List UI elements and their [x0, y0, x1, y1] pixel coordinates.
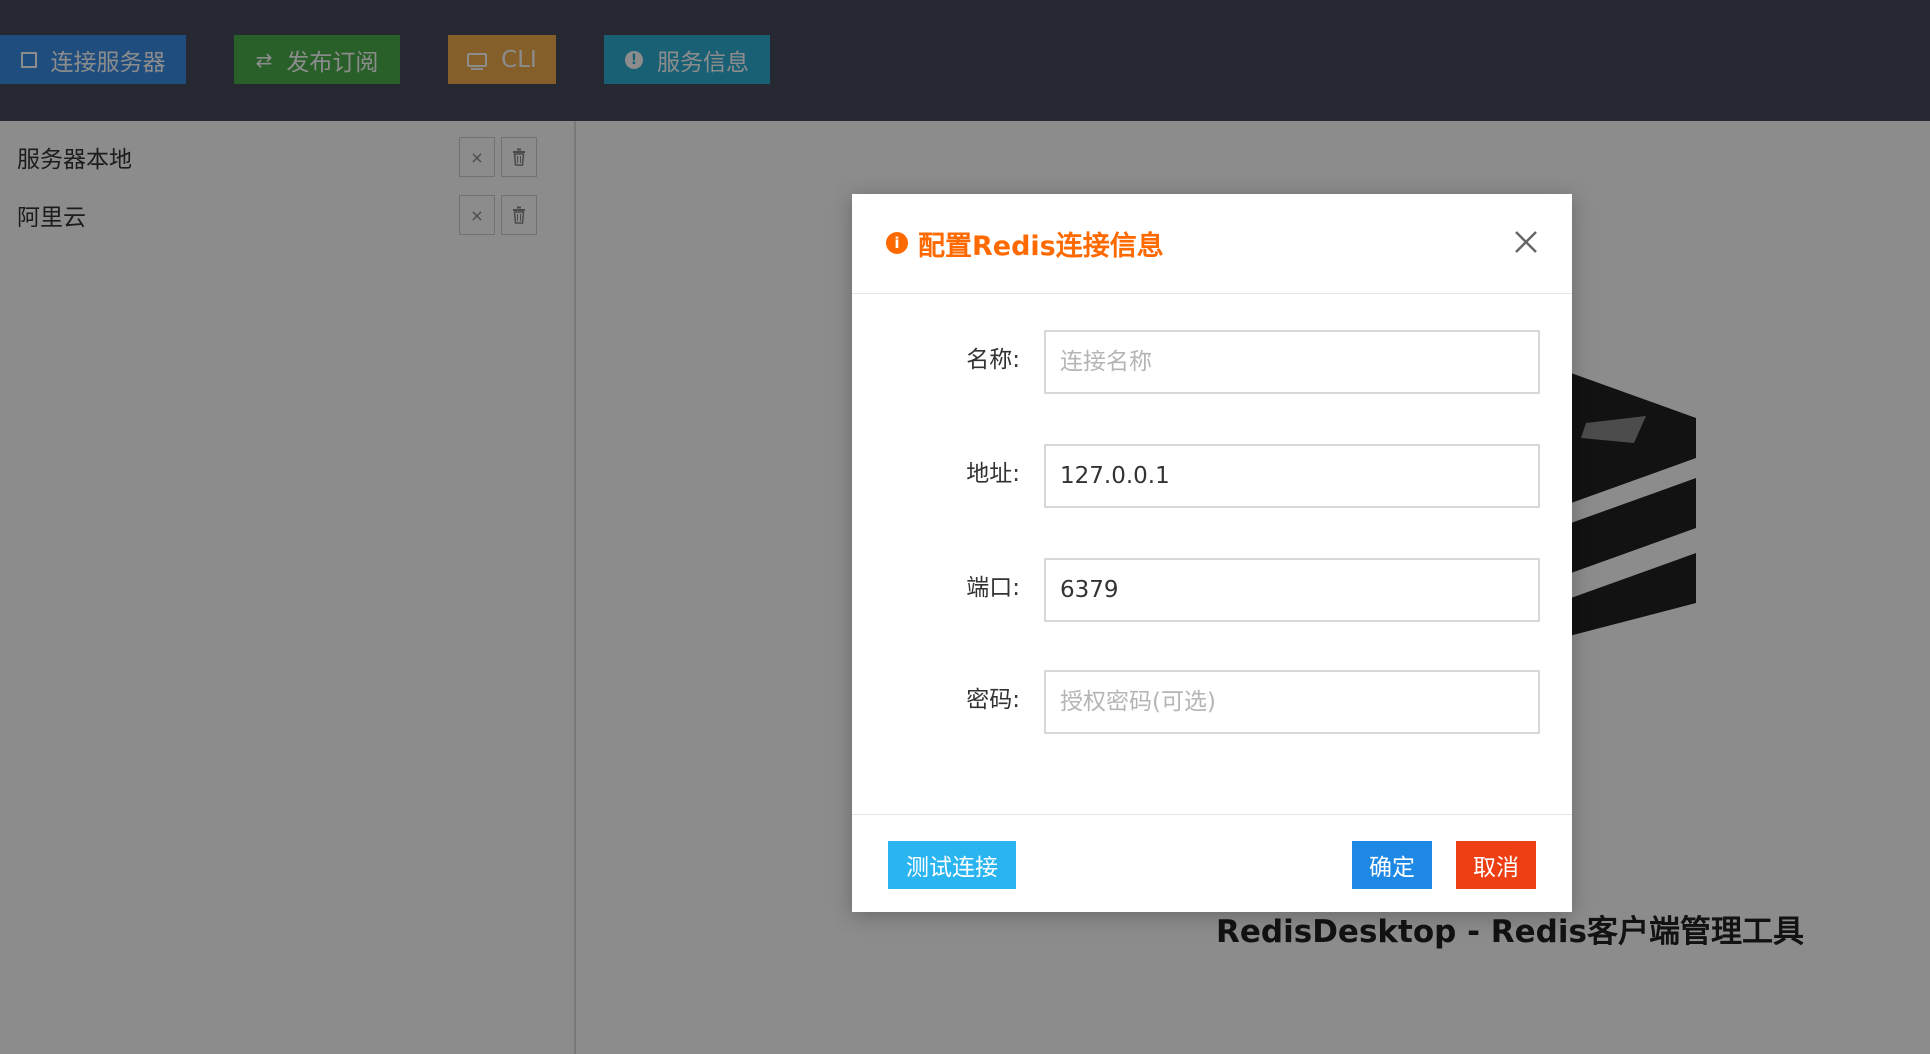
port-input[interactable] — [1044, 558, 1540, 622]
name-label: 名称: — [966, 347, 1020, 373]
test-connection-button[interactable]: 测试连接 — [888, 841, 1016, 889]
close-icon[interactable] — [1508, 224, 1544, 260]
address-row: 地址: — [852, 444, 1572, 508]
dialog-title: 配置Redis连接信息 — [918, 231, 1164, 262]
port-label: 端口: — [966, 575, 1020, 601]
connection-name-input[interactable] — [1044, 330, 1540, 394]
address-label: 地址: — [966, 461, 1020, 487]
dialog-footer: 测试连接 确定 取消 — [852, 814, 1572, 912]
address-input[interactable] — [1044, 444, 1540, 508]
port-row: 端口: — [852, 558, 1572, 622]
confirm-button[interactable]: 确定 — [1352, 841, 1432, 889]
password-label: 密码: — [966, 687, 1020, 713]
password-row: 密码: — [852, 670, 1572, 734]
connection-config-dialog: i 配置Redis连接信息 名称: 地址: 端口: 密码: 测试连接 确定 取消 — [852, 194, 1572, 912]
password-input[interactable] — [1044, 670, 1540, 734]
name-row: 名称: — [852, 330, 1572, 394]
info-icon: i — [886, 232, 908, 254]
cancel-button[interactable]: 取消 — [1456, 841, 1536, 889]
dialog-header: i 配置Redis连接信息 — [852, 194, 1572, 294]
